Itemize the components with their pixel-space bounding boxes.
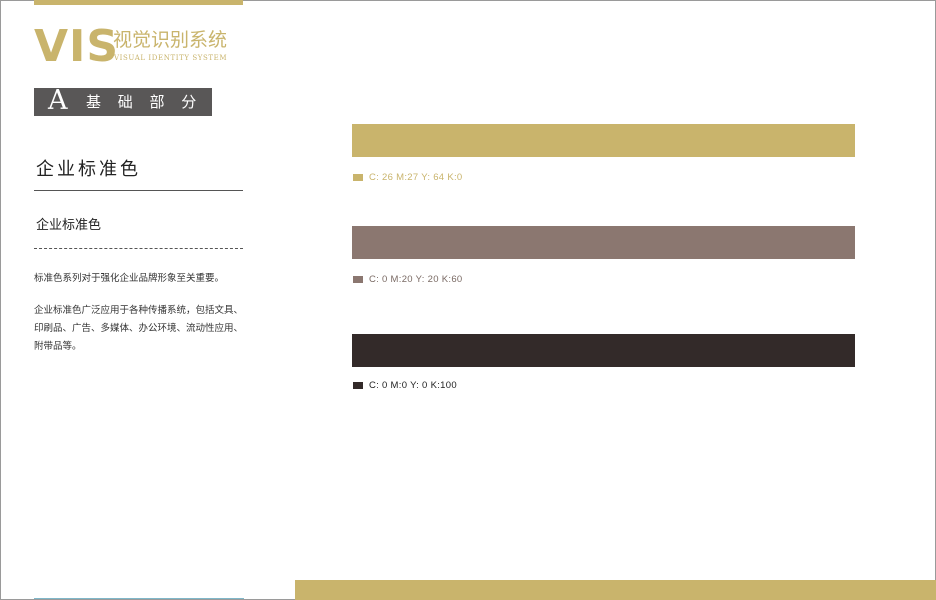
section-subtitle: 企业标准色 bbox=[36, 218, 102, 233]
title-divider bbox=[34, 190, 243, 191]
swatch-chip bbox=[353, 382, 363, 389]
swatch-bar bbox=[352, 124, 855, 157]
cmyk-values: C: 26 M:27 Y: 64 K:0 bbox=[369, 172, 463, 183]
section-label: 基 础 部 分 bbox=[86, 93, 203, 111]
swatch-chip bbox=[353, 174, 363, 181]
swatch-chip bbox=[353, 276, 363, 283]
cmyk-values: C: 0 M:20 Y: 20 K:60 bbox=[369, 274, 463, 285]
logo-vis-text: VIS bbox=[34, 21, 120, 72]
dashed-divider bbox=[34, 248, 243, 249]
page-title: 企业标准色 bbox=[36, 159, 141, 180]
section-tag: A 基 础 部 分 bbox=[34, 85, 212, 116]
section-letter: A bbox=[48, 85, 68, 116]
top-accent-bar bbox=[34, 0, 243, 5]
logo-english-text: VISUAL IDENTITY SYSTEM bbox=[114, 54, 228, 62]
swatch-bar bbox=[352, 226, 855, 259]
description-paragraph-1: 标准色系列对于强化企业品牌形象至关重要。 bbox=[34, 273, 225, 284]
swatch-bar bbox=[352, 334, 855, 367]
bottom-accent-bar bbox=[295, 580, 936, 600]
description-paragraph-2: 企业标准色广泛应用于各种传播系统，包括文具、印刷品、广告、多媒体、办公环境、流动… bbox=[34, 305, 244, 352]
bottom-edge-line bbox=[34, 598, 244, 599]
logo-chinese-text: 视觉识别系统 bbox=[113, 29, 228, 51]
cmyk-values: C: 0 M:0 Y: 0 K:100 bbox=[369, 380, 457, 391]
